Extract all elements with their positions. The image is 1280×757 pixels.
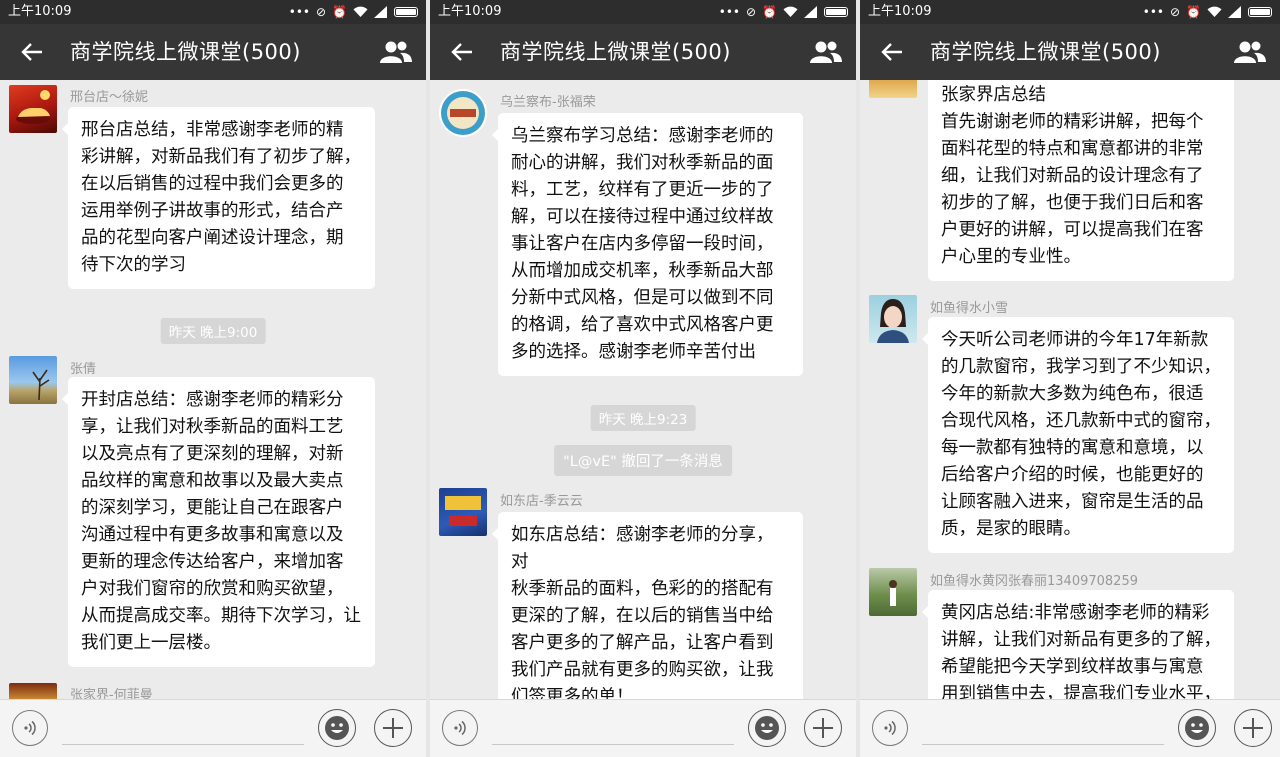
wifi-icon xyxy=(783,6,798,18)
avatar[interactable] xyxy=(9,356,57,404)
more-dots-icon: ••• xyxy=(288,5,310,19)
message-bubble[interactable]: 邢台店总结，非常感谢李老师的精 彩讲解，对新品我们有了初步了解， 在以后销售的过… xyxy=(62,107,375,289)
status-icons: ••• ⊘ ⏰ xyxy=(719,0,848,24)
battery-icon xyxy=(1248,7,1272,17)
chat-screen-1: 上午10:09 ••• ⊘ ⏰ 商学院线上微课堂(500) 邢台店～徐妮 邢台店… xyxy=(0,0,426,757)
wifi-icon xyxy=(353,6,368,18)
plus-icon[interactable] xyxy=(804,709,842,747)
back-arrow-icon[interactable] xyxy=(444,34,480,70)
alarm-icon: ⏰ xyxy=(762,5,777,19)
message-bubble[interactable]: 开封店总结：感谢李老师的精彩分 享，让我们对秋季新品的面料工艺 以及亮点有了更深… xyxy=(62,377,375,667)
avatar[interactable] xyxy=(439,89,487,137)
chat-screen-3: 上午10:09 ••• ⊘ ⏰ 商学院线上微课堂(500) 张家界店总结 首先谢… xyxy=(860,0,1280,757)
emoji-icon[interactable] xyxy=(748,709,786,747)
avatar[interactable] xyxy=(869,295,917,343)
input-bar xyxy=(0,699,426,757)
plus-icon[interactable] xyxy=(1234,709,1272,747)
timestamp: 昨天 晚上9:00 xyxy=(160,318,266,344)
avatar[interactable] xyxy=(9,85,57,133)
signal-icon xyxy=(1228,6,1241,18)
message-bubble[interactable]: 今天听公司老师讲的今年17年新款 的几款窗帘，我学习到了不少知识， 今年的新款大… xyxy=(922,317,1234,553)
avatar[interactable] xyxy=(869,568,917,616)
back-arrow-icon[interactable] xyxy=(874,34,910,70)
emoji-icon[interactable] xyxy=(318,709,356,747)
message-bubble[interactable]: 张家界店总结 首先谢谢老师的精彩讲解，把每个 面料花型的特点和寓意都讲的非常 细… xyxy=(928,80,1234,281)
status-icons: ••• ⊘ ⏰ xyxy=(1143,0,1272,24)
avatar[interactable] xyxy=(9,683,57,700)
message-bubble[interactable]: 如东店总结：感谢李老师的分享，对 秋季新品的面料，色彩的的搭配有 更深的了解，在… xyxy=(492,512,803,700)
recall-notice: "L@vE" 撤回了一条消息 xyxy=(554,445,732,476)
voice-input-icon[interactable] xyxy=(872,710,908,746)
title-bar: 商学院线上微课堂(500) xyxy=(0,24,426,80)
message-input[interactable] xyxy=(62,744,304,745)
chat-title: 商学院线上微课堂(500) xyxy=(70,40,301,64)
group-members-icon[interactable] xyxy=(378,36,414,68)
signal-icon xyxy=(804,6,817,18)
battery-icon xyxy=(824,7,848,17)
alarm-icon: ⏰ xyxy=(332,5,347,19)
sender-name: 张家界-何菲曼 xyxy=(70,688,153,700)
sender-name: 邢台店～徐妮 xyxy=(70,90,149,105)
status-time: 上午10:09 xyxy=(438,4,502,19)
message-input[interactable] xyxy=(922,744,1164,745)
alarm-icon: ⏰ xyxy=(1186,5,1201,19)
message-list: 张家界店总结 首先谢谢老师的精彩讲解，把每个 面料花型的特点和寓意都讲的非常 细… xyxy=(860,80,1280,700)
avatar[interactable] xyxy=(439,488,487,536)
title-bar: 商学院线上微课堂(500) xyxy=(860,24,1280,80)
chat-screen-2: 上午10:09 ••• ⊘ ⏰ 商学院线上微课堂(500) 乌兰察布-张福荣 乌… xyxy=(430,0,856,757)
timestamp: 昨天 晚上9:23 xyxy=(590,405,696,431)
input-bar xyxy=(430,699,856,757)
message-bubble[interactable]: 黄冈店总结:非常感谢李老师的精彩 讲解，让我们对新品有更多的了解， 希望能把今天… xyxy=(922,590,1234,700)
group-members-icon[interactable] xyxy=(808,36,844,68)
input-bar xyxy=(860,699,1280,757)
title-bar: 商学院线上微课堂(500) xyxy=(430,24,856,80)
back-arrow-icon[interactable] xyxy=(14,34,50,70)
signal-icon xyxy=(374,6,387,18)
message-input[interactable] xyxy=(492,744,734,745)
sender-name: 如鱼得水小雪 xyxy=(930,301,1009,316)
voice-input-icon[interactable] xyxy=(12,710,48,746)
message-list: 邢台店～徐妮 邢台店总结，非常感谢李老师的精 彩讲解，对新品我们有了初步了解， … xyxy=(0,80,426,700)
voice-input-icon[interactable] xyxy=(442,710,478,746)
chat-title: 商学院线上微课堂(500) xyxy=(500,40,731,64)
group-members-icon[interactable] xyxy=(1232,36,1268,68)
status-bar: 上午10:09 ••• ⊘ ⏰ xyxy=(860,0,1280,24)
plus-icon[interactable] xyxy=(374,709,412,747)
mute-icon: ⊘ xyxy=(1169,5,1181,19)
more-dots-icon: ••• xyxy=(718,5,740,19)
sender-name: 张倩 xyxy=(70,362,97,377)
status-icons: ••• ⊘ ⏰ xyxy=(289,0,418,24)
message-bubble[interactable]: 乌兰察布学习总结：感谢李老师的 耐心的讲解，我们对秋季新品的面 料，工艺，纹样有… xyxy=(492,113,803,376)
battery-icon xyxy=(394,7,418,17)
chat-title: 商学院线上微课堂(500) xyxy=(930,40,1161,64)
wifi-icon xyxy=(1207,6,1222,18)
status-bar: 上午10:09 ••• ⊘ ⏰ xyxy=(430,0,856,24)
avatar[interactable] xyxy=(869,80,917,98)
emoji-icon[interactable] xyxy=(1178,709,1216,747)
mute-icon: ⊘ xyxy=(745,5,757,19)
more-dots-icon: ••• xyxy=(1142,5,1164,19)
sender-name: 如东店-季云云 xyxy=(500,494,583,509)
sender-name: 乌兰察布-张福荣 xyxy=(500,95,596,110)
status-time: 上午10:09 xyxy=(868,4,932,19)
sender-name: 如鱼得水黄冈张春丽13409708259 xyxy=(930,574,1138,589)
message-list: 乌兰察布-张福荣 乌兰察布学习总结：感谢李老师的 耐心的讲解，我们对秋季新品的面… xyxy=(430,80,856,700)
status-time: 上午10:09 xyxy=(8,4,72,19)
status-bar: 上午10:09 ••• ⊘ ⏰ xyxy=(0,0,426,24)
mute-icon: ⊘ xyxy=(315,5,327,19)
